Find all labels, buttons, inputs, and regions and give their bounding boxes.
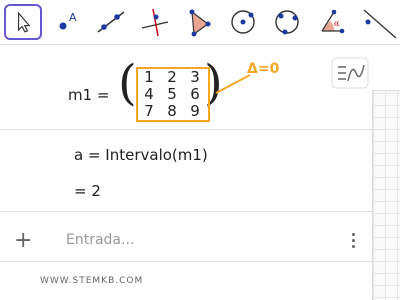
matrix-highlight-box: 1 2 3 4 5 6 7 8 9	[136, 67, 210, 122]
matrix-cell: 3	[190, 68, 200, 86]
reflect-tool-button[interactable]	[356, 4, 400, 40]
angle-tool-icon: α	[321, 9, 345, 34]
add-item-icon[interactable]: +	[14, 228, 32, 253]
matrix-cell: 4	[144, 85, 154, 103]
move-tool-button[interactable]	[4, 4, 42, 40]
input-bar[interactable]: Entrada...	[66, 232, 134, 248]
toolbar: A α	[0, 0, 400, 45]
matrix-cell: 1	[144, 68, 154, 86]
matrix-label: m1 =	[68, 86, 110, 104]
point-tool-icon: A	[59, 11, 77, 30]
angle-tool-label: α	[334, 19, 340, 28]
definition-text: a = Intervalo(m1)	[74, 146, 208, 164]
point-tool-button[interactable]: A	[48, 4, 86, 40]
matrix-cell: 7	[144, 102, 154, 120]
perpendicular-line-tool-button[interactable]	[136, 4, 174, 40]
algebra-row-m1[interactable]: m1 = ( ) 1 2 3 4 5 6 7 8 9 Δ=0	[0, 45, 372, 130]
polygon-tool-icon	[189, 9, 211, 37]
line-tool-icon	[97, 11, 125, 33]
algebra-style-icon[interactable]	[331, 57, 369, 89]
graphics-view-header	[372, 45, 400, 91]
watermark: WWW.STEMKB.COM	[40, 276, 144, 286]
matrix-cell: 2	[167, 68, 177, 86]
determinant-annotation: Δ=0	[247, 61, 280, 77]
point-tool-label: A	[69, 11, 77, 24]
move-tool-icon	[17, 11, 31, 33]
line-tool-button[interactable]	[92, 4, 130, 40]
circle-center-point-tool-icon	[231, 10, 255, 34]
matrix-cell: 8	[167, 102, 177, 120]
angle-tool-button[interactable]: α	[312, 4, 350, 40]
result-text: = 2	[74, 182, 101, 200]
circle-three-points-tool-icon	[275, 10, 299, 35]
reflect-tool-icon	[363, 9, 397, 39]
left-paren: (	[118, 55, 137, 111]
matrix-cell: 5	[167, 85, 177, 103]
perpendicular-line-tool-icon	[141, 8, 169, 37]
algebra-input-row[interactable]: + Entrada...	[0, 212, 372, 262]
polygon-tool-button[interactable]	[180, 4, 218, 40]
circle-three-points-tool-button[interactable]	[268, 4, 306, 40]
algebra-view: m1 = ( ) 1 2 3 4 5 6 7 8 9 Δ=0 a = Inter…	[0, 45, 372, 300]
algebra-row-a[interactable]: a = Intervalo(m1) = 2	[0, 130, 372, 248]
matrix-cell: 9	[190, 102, 200, 120]
circle-center-tool-button[interactable]	[224, 4, 262, 40]
matrix-cell: 6	[190, 85, 200, 103]
